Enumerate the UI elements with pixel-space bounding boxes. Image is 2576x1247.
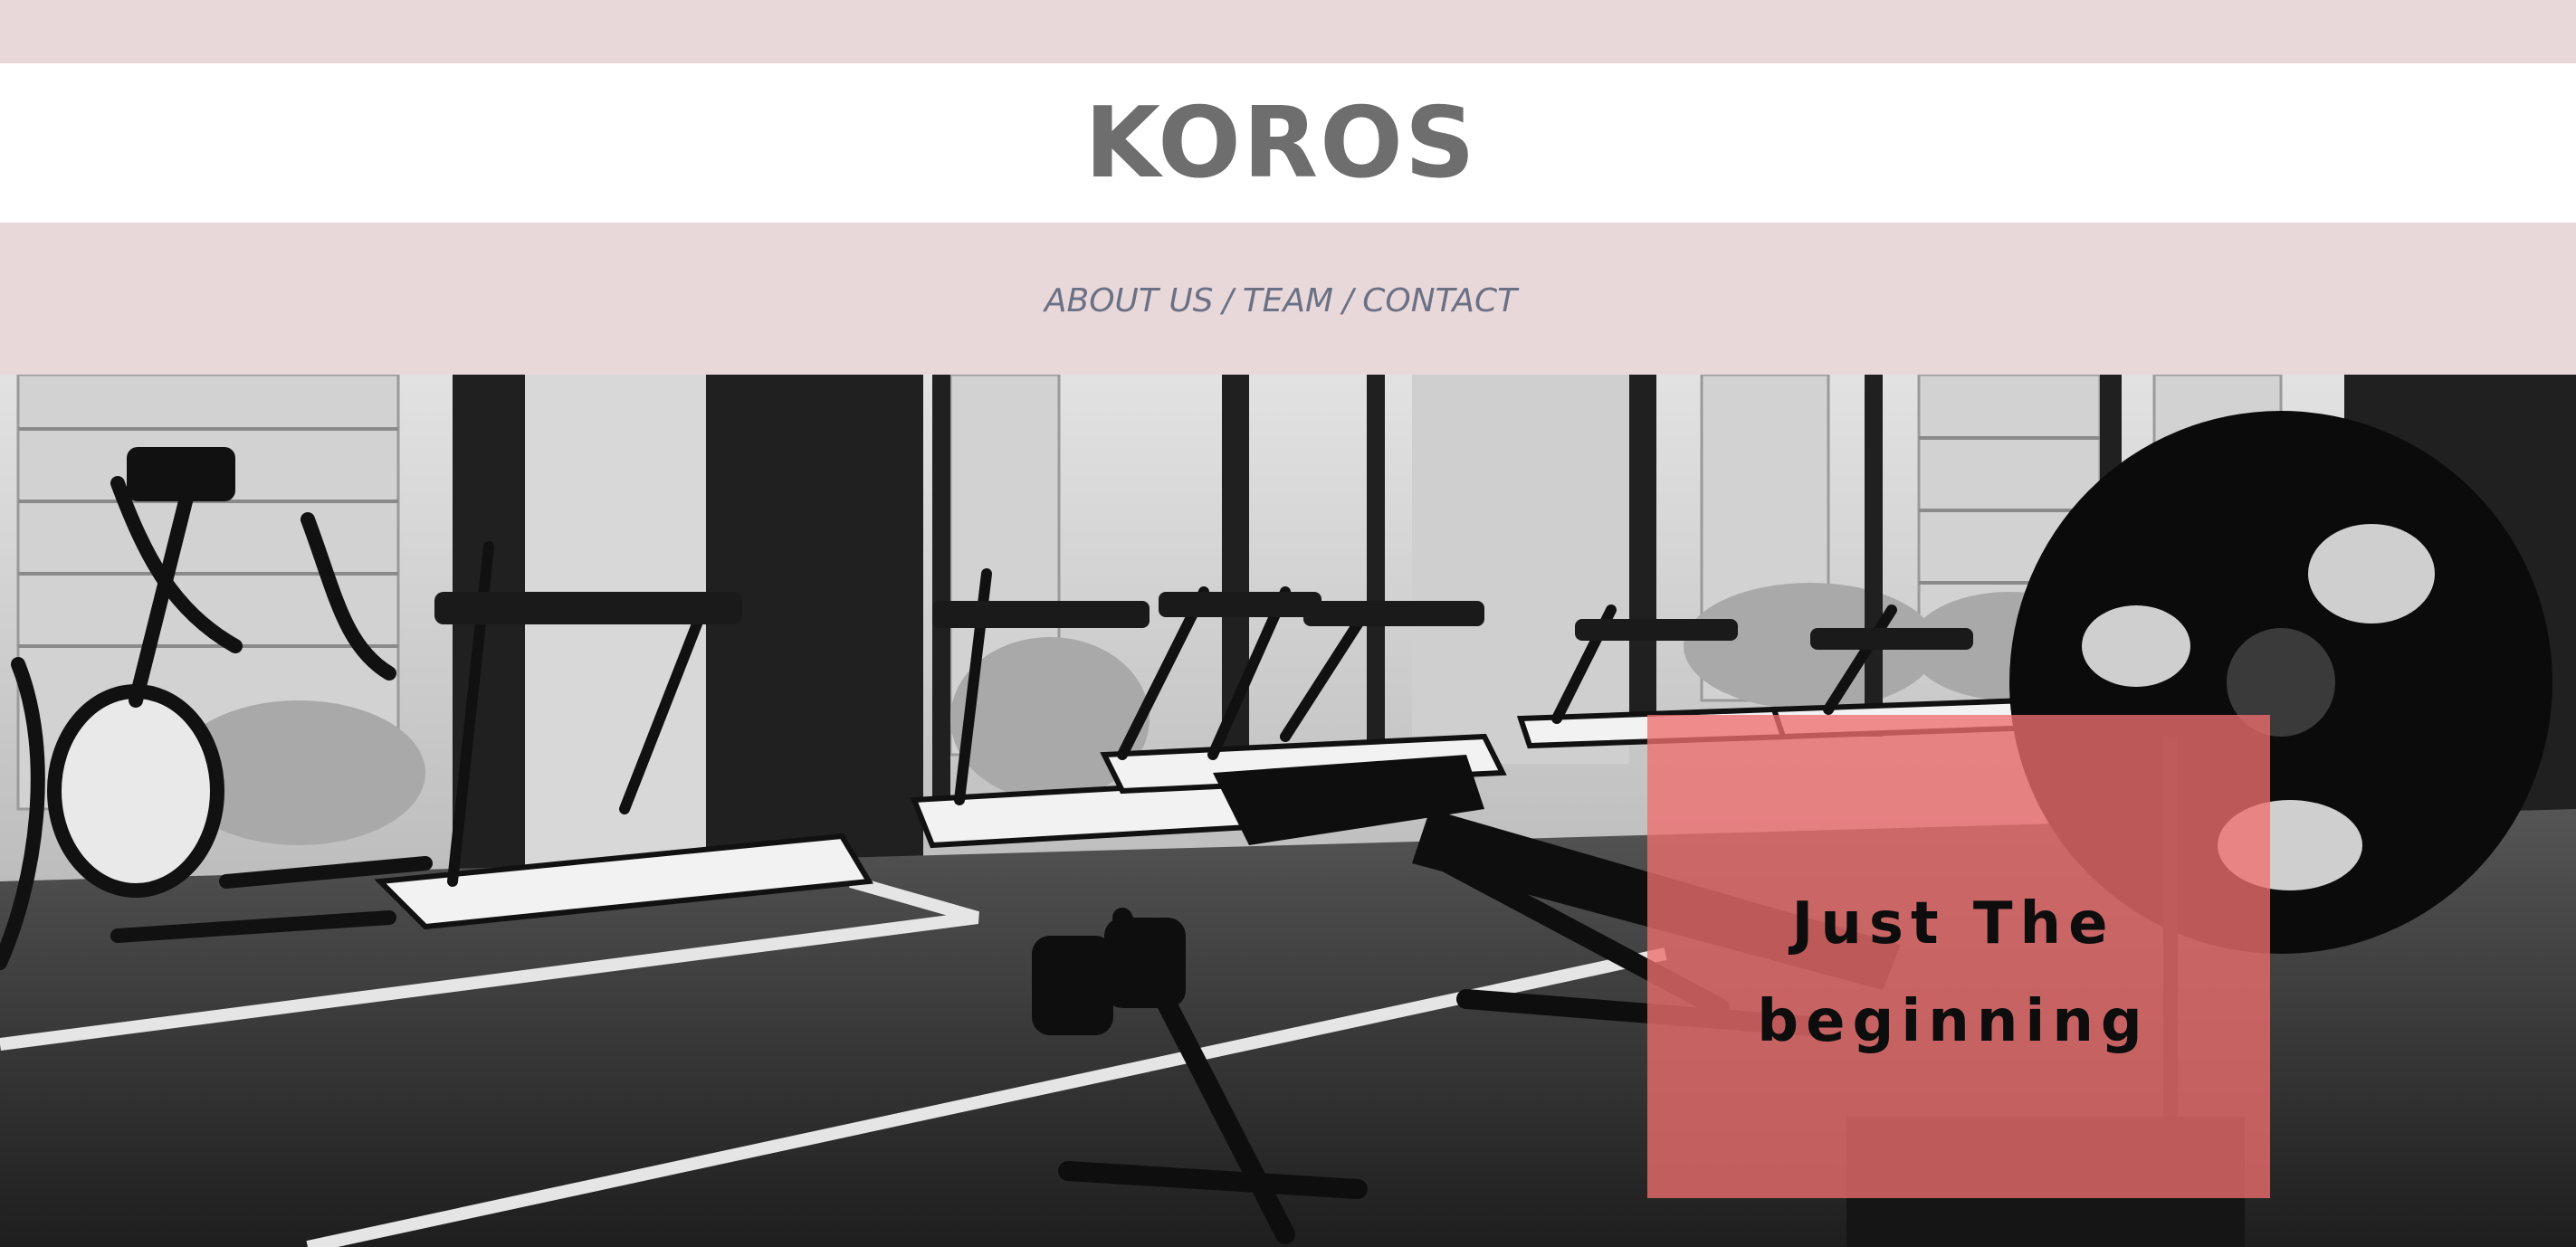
nav-separator: / [1342,281,1354,319]
top-accent-band [0,0,2576,63]
nav-link-team[interactable]: TEAM [1243,282,1333,319]
hero-gym-photo: Just The beginning [0,375,2576,1247]
nav-link-contact[interactable]: CONTACT [1362,282,1517,319]
nav-link-about-us[interactable]: ABOUT US [1045,282,1214,319]
hero-tagline: Just The beginning [1757,890,2150,1055]
main-nav: ABOUT US / TEAM / CONTACT [1045,282,1517,319]
landing-page: KOROS ABOUT US / TEAM / CONTACT Just The… [0,0,2576,1247]
nav-separator: / [1222,281,1234,319]
navigation-band: ABOUT US / TEAM / CONTACT [0,223,2576,375]
hero-cta-box: Just The beginning [1647,715,2270,1198]
brand-header: KOROS [0,63,2576,223]
site-logo-title[interactable]: KOROS [1084,87,1476,200]
